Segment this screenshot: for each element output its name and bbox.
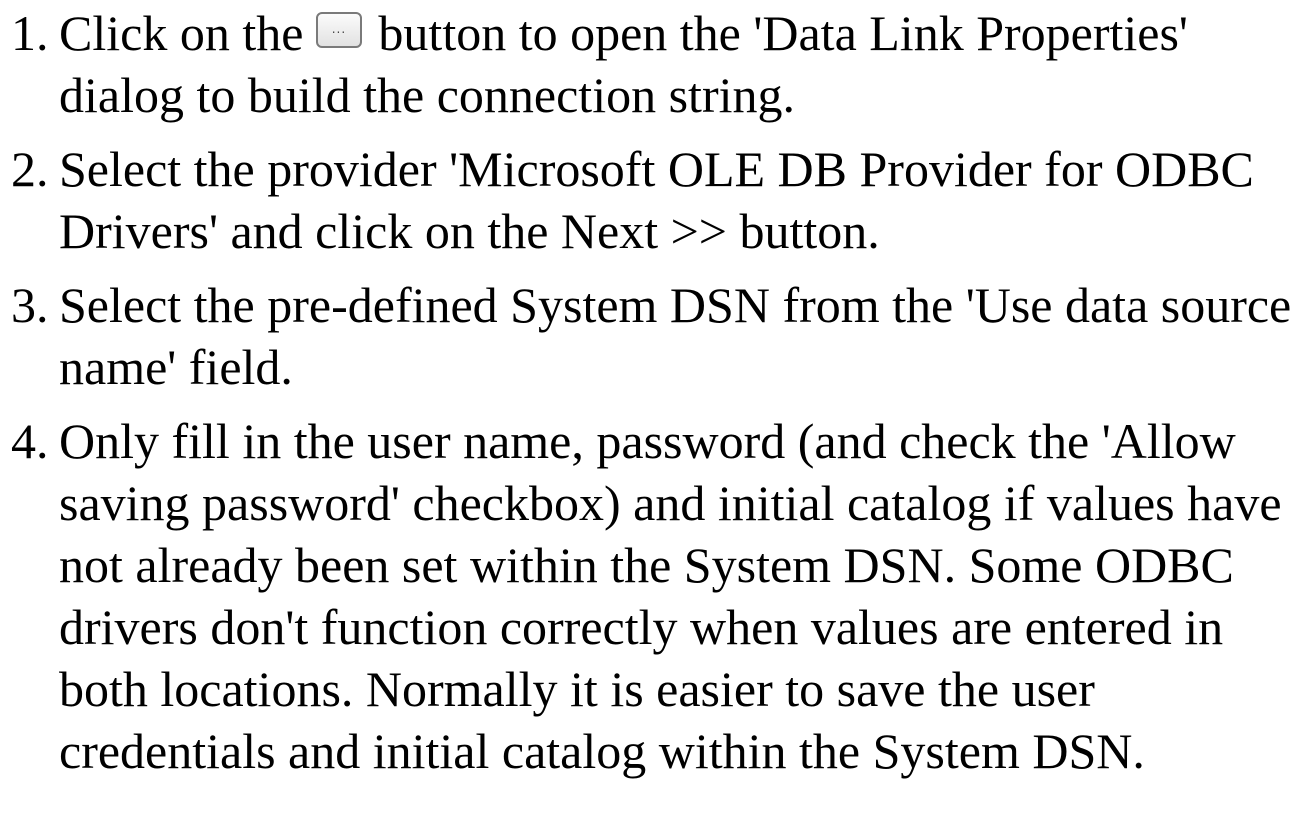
step-number: 3. (11, 277, 49, 333)
step-number: 1. (11, 5, 49, 61)
instruction-step-2: 2. Select the provider 'Microsoft OLE DB… (11, 138, 1311, 262)
step-text-before-button: Click on the (59, 5, 304, 61)
browse-button-icon: ... (315, 12, 362, 48)
step-number: 4. (11, 413, 49, 469)
instruction-step-3: 3. Select the pre-defined System DSN fro… (11, 274, 1311, 398)
instruction-list: 1. Click on the ... button to open the '… (11, 2, 1311, 794)
step-text: Only fill in the user name, password (an… (59, 413, 1282, 779)
instruction-step-4: 4. Only fill in the user name, password … (11, 410, 1311, 782)
ellipsis-icon: ... (331, 22, 347, 36)
step-number: 2. (11, 141, 49, 197)
step-text: Select the provider 'Microsoft OLE DB Pr… (59, 141, 1254, 259)
step-text: Select the pre-defined System DSN from t… (59, 277, 1292, 395)
instruction-step-1: 1. Click on the ... button to open the '… (11, 2, 1311, 126)
